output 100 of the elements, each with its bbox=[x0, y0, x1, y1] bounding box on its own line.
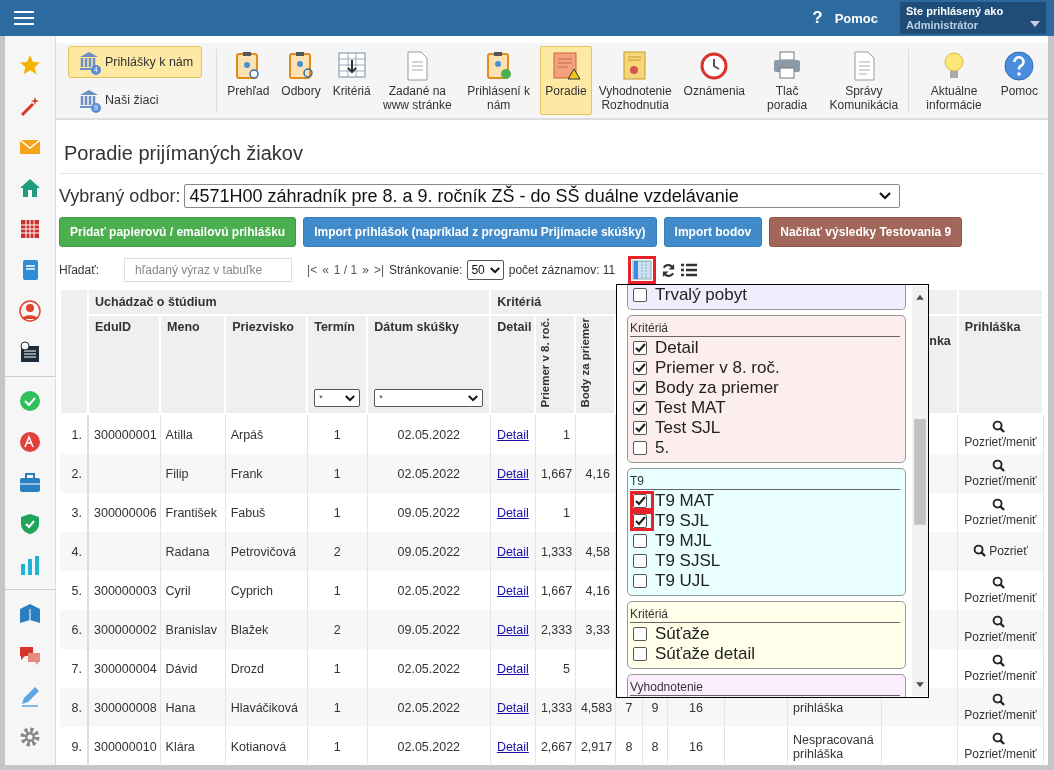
row-number: 5. bbox=[71, 583, 82, 598]
toolbar-button[interactable]: Kritériá bbox=[327, 46, 376, 115]
detail-link[interactable]: Detail bbox=[496, 583, 529, 598]
checkbox[interactable] bbox=[633, 574, 647, 588]
open-book-icon[interactable] bbox=[19, 602, 41, 625]
table-cell: 2,917 bbox=[580, 739, 613, 754]
page-indicator: 1 / 1 bbox=[333, 263, 358, 277]
person-icon[interactable] bbox=[19, 299, 41, 322]
view-link[interactable]: Pozrieť/meniť bbox=[963, 419, 1038, 450]
scrollbar[interactable] bbox=[912, 286, 928, 696]
column-group-header: Uchádzač o štúdium bbox=[95, 295, 217, 309]
checkbox[interactable] bbox=[633, 554, 647, 568]
toolbar-button[interactable]: Správy Komunikácia bbox=[824, 46, 904, 115]
view-link[interactable]: Pozrieť/meniť bbox=[963, 575, 1038, 606]
checkbox[interactable] bbox=[633, 381, 647, 395]
checkbox[interactable] bbox=[633, 494, 647, 508]
action-button[interactable]: Import bodov bbox=[663, 217, 763, 247]
menu-icon[interactable] bbox=[14, 10, 34, 26]
chevron-icon bbox=[879, 192, 892, 200]
checkbox[interactable] bbox=[633, 341, 647, 355]
toolbar-button[interactable]: Vyhodnotenie Rozhodnutia bbox=[593, 46, 677, 115]
next-page-link[interactable]: » bbox=[362, 263, 369, 277]
checkbox[interactable] bbox=[633, 441, 647, 455]
checkbox[interactable] bbox=[633, 421, 647, 435]
calendar-icon[interactable] bbox=[19, 217, 41, 240]
filter-select[interactable]: * bbox=[374, 389, 484, 407]
toolbar-button[interactable]: Odbory bbox=[276, 46, 326, 115]
view-link[interactable]: Pozrieť/meniť bbox=[963, 731, 1038, 762]
action-button[interactable]: Import prihlášok (napríklad z programu Prijímacie skúšky) bbox=[303, 217, 657, 247]
toolbar-button[interactable]: Prihlásení k nám bbox=[459, 46, 539, 115]
detail-link[interactable]: Detail bbox=[496, 739, 529, 754]
grade-circle-icon[interactable] bbox=[19, 430, 41, 453]
chevron-icon bbox=[468, 394, 479, 402]
toolbar-button[interactable]: Aktuálne informácie bbox=[914, 46, 994, 115]
filter-select[interactable]: * bbox=[314, 389, 361, 407]
column-header: Body za priemer bbox=[579, 318, 592, 408]
toolbar-button[interactable]: Oznámenia bbox=[678, 46, 750, 115]
table-cell: Blažek bbox=[230, 622, 269, 637]
help-link[interactable]: ? Pomoc bbox=[812, 8, 878, 28]
column-option[interactable]: 5. bbox=[630, 438, 900, 458]
column-option[interactable]: Test SJL bbox=[630, 418, 900, 438]
column-option[interactable]: T9 UJL bbox=[630, 571, 900, 591]
column-option[interactable]: T9 MAT bbox=[630, 491, 900, 511]
column-option[interactable]: T9 MJL bbox=[630, 531, 900, 551]
checkbox[interactable] bbox=[633, 401, 647, 415]
user-menu[interactable]: Ste prihlásený ako Administrátor bbox=[900, 2, 1046, 34]
column-option[interactable]: Priemer v 8. roč. bbox=[630, 358, 900, 378]
table-cell: 300000008 bbox=[94, 700, 157, 715]
toolbar-button[interactable]: Zadané na www stránke bbox=[377, 46, 457, 115]
columns-icon bbox=[632, 260, 653, 280]
detail-link[interactable]: Detail bbox=[496, 661, 529, 676]
page-size-select[interactable]: 50 bbox=[467, 260, 504, 280]
checkbox[interactable] bbox=[633, 361, 647, 375]
column-group-header: Kritériá bbox=[497, 295, 542, 309]
field-select[interactable]: 4571H00 záhradník pre 8. a 9. ročník ZŠ - do SŠ duálne vzdelávanie bbox=[184, 184, 901, 208]
column-header: Meno bbox=[167, 320, 201, 334]
last-page-link[interactable]: >| bbox=[373, 263, 384, 277]
refresh-icon[interactable] bbox=[661, 262, 677, 278]
calendar-clock-icon[interactable] bbox=[19, 340, 41, 363]
column-option[interactable]: Body za priemer bbox=[630, 378, 900, 398]
briefcase-icon[interactable] bbox=[19, 471, 41, 494]
column-option[interactable]: Detail bbox=[630, 338, 900, 358]
chevron-icon bbox=[345, 394, 356, 402]
star-icon[interactable] bbox=[19, 53, 41, 76]
column-option[interactable]: T9 SJL bbox=[630, 511, 900, 531]
view-link[interactable]: Pozrieť/meniť bbox=[963, 653, 1038, 684]
home-icon[interactable] bbox=[19, 176, 41, 199]
table-cell: Dávid bbox=[165, 661, 198, 676]
shield-icon[interactable] bbox=[19, 512, 41, 535]
toolbar-button[interactable]: Pomoc bbox=[995, 46, 1043, 115]
table-cell: Radana bbox=[165, 544, 210, 559]
column-header: Detail bbox=[497, 320, 529, 334]
view-link[interactable]: Pozrieť/meniť bbox=[963, 497, 1038, 528]
toolbar-button[interactable]: Prehľad bbox=[222, 46, 275, 115]
detail-link[interactable]: Detail bbox=[496, 427, 529, 442]
table-cell: 8 bbox=[625, 739, 633, 754]
checkbox[interactable] bbox=[633, 514, 647, 528]
list-icon[interactable] bbox=[681, 263, 698, 277]
table-cell: 1,667 bbox=[540, 466, 573, 481]
field-label: Vybraný odbor: bbox=[59, 185, 181, 207]
gear-icon[interactable] bbox=[19, 725, 41, 748]
checkbox[interactable] bbox=[633, 288, 647, 302]
detail-link[interactable]: Detail bbox=[496, 505, 529, 520]
checkbox[interactable] bbox=[633, 627, 647, 641]
previous-page-link[interactable]: « bbox=[322, 263, 329, 277]
search-field[interactable]: hľadaný výraz v tabuľke bbox=[124, 258, 293, 282]
column-option[interactable]: Súťaže bbox=[630, 624, 900, 644]
column-option[interactable]: Trvalý pobyt bbox=[630, 285, 900, 305]
checkbox[interactable] bbox=[633, 534, 647, 548]
check-circle-icon[interactable] bbox=[19, 389, 41, 412]
column-option[interactable]: T9 SJSL bbox=[630, 551, 900, 571]
table-cell: 300000006 bbox=[94, 505, 157, 520]
toolbar-button[interactable]: Tlač poradia bbox=[752, 46, 823, 115]
column-header: Prihláška bbox=[964, 320, 1022, 334]
action-button[interactable]: Načítať výsledky Testovania 9 bbox=[769, 217, 963, 247]
first-page-link[interactable]: |< bbox=[307, 263, 318, 277]
column-option[interactable]: Test MAT bbox=[630, 398, 900, 418]
column-option[interactable]: Súťaže detail bbox=[630, 644, 900, 664]
checkbox[interactable] bbox=[633, 647, 647, 661]
toolbar-button[interactable]: Poradie bbox=[540, 46, 592, 115]
